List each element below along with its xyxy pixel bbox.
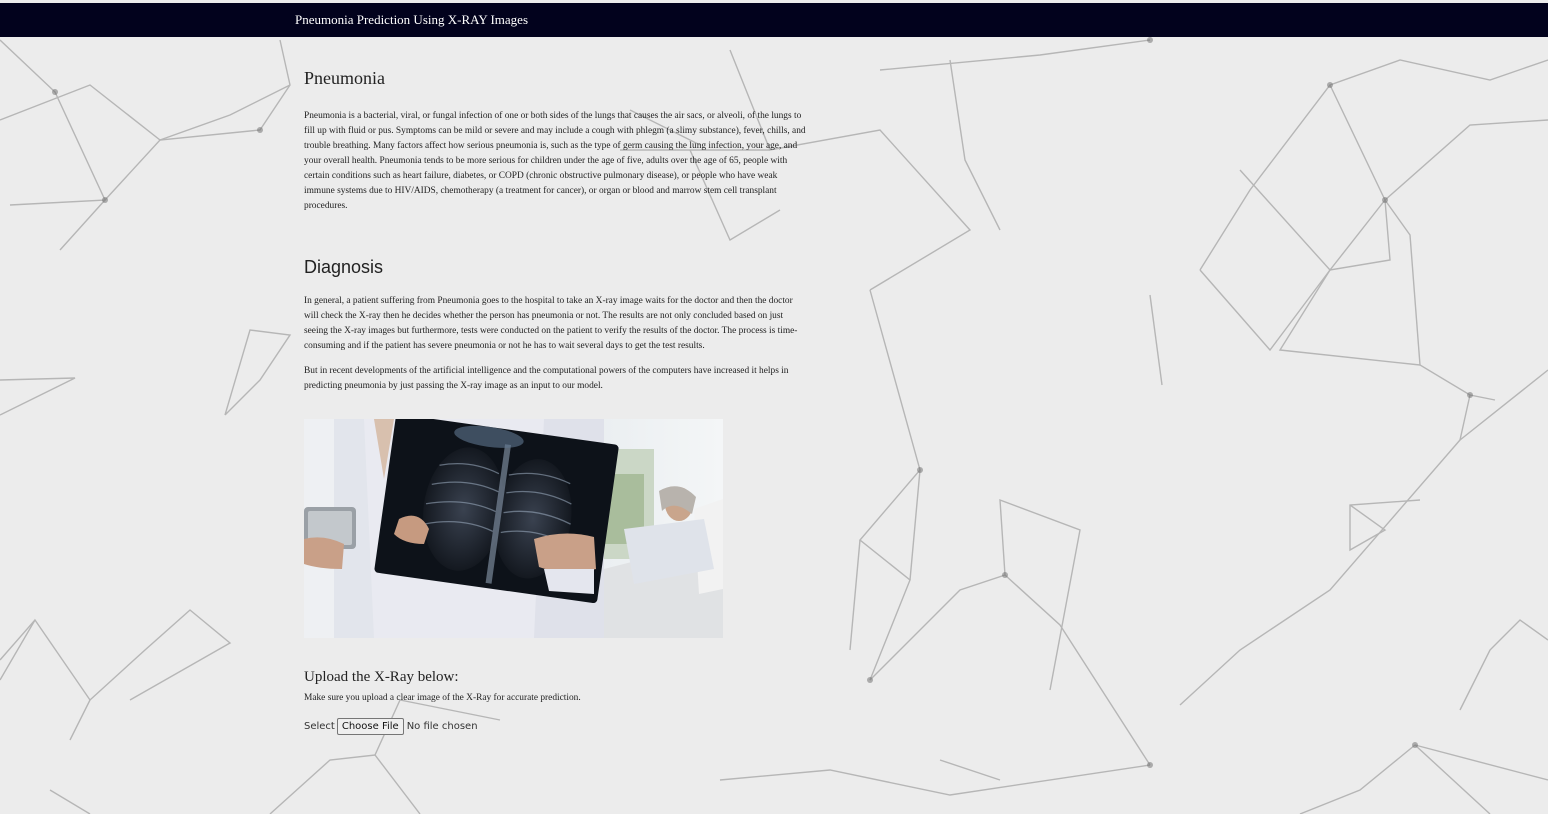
choose-file-button[interactable]: Choose File — [336, 717, 404, 735]
main-content: Pneumonia Pneumonia is a bacterial, vira… — [304, 37, 809, 735]
upload-heading: Upload the X-Ray below: — [304, 669, 459, 685]
file-upload-row: Select Choose File No file chosen — [304, 716, 478, 736]
diagnosis-paragraph-1: In general, a patient suffering from Pne… — [304, 296, 798, 351]
diagnosis-heading: Diagnosis — [304, 257, 384, 277]
select-label: Select — [304, 720, 335, 732]
file-status-text: No file chosen — [406, 720, 478, 732]
pneumonia-description: Pneumonia is a bacterial, viral, or fung… — [304, 111, 806, 211]
xray-doctor-image — [304, 419, 723, 638]
upload-note: Make sure you upload a clear image of th… — [304, 693, 581, 703]
navbar: Pneumonia Prediction Using X-RAY Images — [0, 3, 1548, 37]
pneumonia-heading: Pneumonia — [304, 68, 385, 88]
navbar-brand[interactable]: Pneumonia Prediction Using X-RAY Images — [295, 12, 528, 28]
diagnosis-paragraph-2: But in recent developments of the artifi… — [304, 366, 789, 391]
